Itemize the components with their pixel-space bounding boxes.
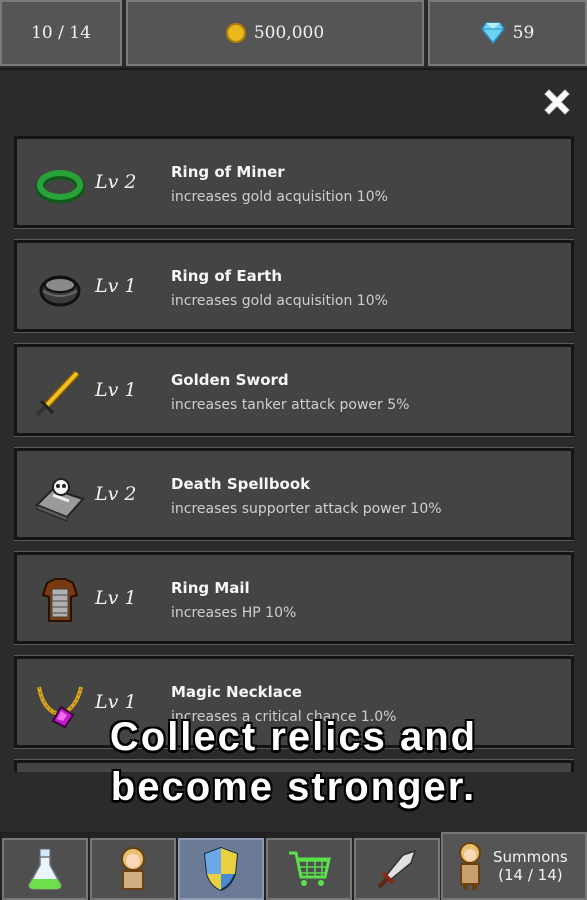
close-icon[interactable] xyxy=(539,84,575,120)
summon-hero-icon xyxy=(459,842,481,890)
golden-sword-icon xyxy=(35,370,80,417)
relic-description: increases gold acquisition 10% xyxy=(171,293,388,309)
relic-list: Lv 2 Ring of Miner increases gold acquis… xyxy=(14,136,574,772)
relic-name: Magic Necklace xyxy=(171,683,302,701)
relic-item-death-spellbook[interactable]: Lv 2 Death Spellbook increases supporter… xyxy=(14,447,574,541)
green-ring-icon xyxy=(35,170,85,204)
relic-item-ring-of-miner[interactable]: Lv 2 Ring of Miner increases gold acquis… xyxy=(14,136,574,229)
black-ring-icon xyxy=(39,275,81,307)
equipment-tab[interactable] xyxy=(354,838,440,900)
promo-caption: Collect relics and become stronger. xyxy=(0,712,587,812)
relic-level: Lv 1 xyxy=(95,379,137,401)
relic-level: Lv 2 xyxy=(95,171,137,193)
relic-level: Lv 1 xyxy=(95,691,137,713)
relic-description: increases HP 10% xyxy=(171,605,297,621)
relic-name: Death Spellbook xyxy=(171,475,311,493)
relic-item-ring-of-earth[interactable]: Lv 1 Ring of Earth increases gold acquis… xyxy=(14,239,574,333)
relic-name: Golden Sword xyxy=(171,371,289,389)
diamond-icon xyxy=(480,22,505,44)
relic-level: Lv 1 xyxy=(95,275,137,297)
gold-amount: 500,000 xyxy=(253,23,325,43)
hero-tab[interactable] xyxy=(90,838,176,900)
potion-icon xyxy=(28,848,62,890)
summons-label: Summons xyxy=(493,848,568,866)
relic-item-golden-sword[interactable]: Lv 1 Golden Sword increases tanker attac… xyxy=(14,343,574,437)
top-bar: 10 / 14 500,000 59 xyxy=(0,0,587,68)
relic-item-ring-mail[interactable]: Lv 1 Ring Mail increases HP 10% xyxy=(14,551,574,645)
shopping-cart-icon xyxy=(289,851,331,886)
relics-tab[interactable] xyxy=(178,838,264,900)
hero-portrait-icon xyxy=(121,847,145,890)
ring-mail-icon xyxy=(41,578,79,622)
potion-tab[interactable] xyxy=(2,838,88,900)
relic-description: increases tanker attack power 5% xyxy=(171,397,410,413)
shield-icon xyxy=(203,846,239,892)
gem-counter: 59 xyxy=(428,0,587,66)
stage-progress-text: 10 / 14 xyxy=(31,23,91,43)
spellbook-icon xyxy=(35,478,85,522)
relic-name: Ring of Earth xyxy=(171,267,282,285)
summons-tab[interactable]: Summons (14 / 14) xyxy=(441,832,587,900)
relic-description: increases gold acquisition 10% xyxy=(171,189,388,205)
relic-level: Lv 1 xyxy=(95,587,137,609)
gold-counter: 500,000 xyxy=(126,0,424,66)
relic-name: Ring of Miner xyxy=(171,163,285,181)
relic-description: increases supporter attack power 10% xyxy=(171,501,442,517)
caption-line-1: Collect relics and xyxy=(109,715,478,759)
gem-amount: 59 xyxy=(512,23,535,43)
relic-level: Lv 2 xyxy=(95,483,137,505)
summons-count: (14 / 14) xyxy=(498,866,563,884)
relic-name: Ring Mail xyxy=(171,579,250,597)
caption-line-2: become stronger. xyxy=(110,765,477,809)
stage-progress: 10 / 14 xyxy=(0,0,122,66)
shop-tab[interactable] xyxy=(266,838,352,900)
gold-coin-icon xyxy=(225,23,246,43)
sword-icon xyxy=(377,849,417,889)
bottom-nav: Summons (14 / 14) xyxy=(0,832,587,900)
